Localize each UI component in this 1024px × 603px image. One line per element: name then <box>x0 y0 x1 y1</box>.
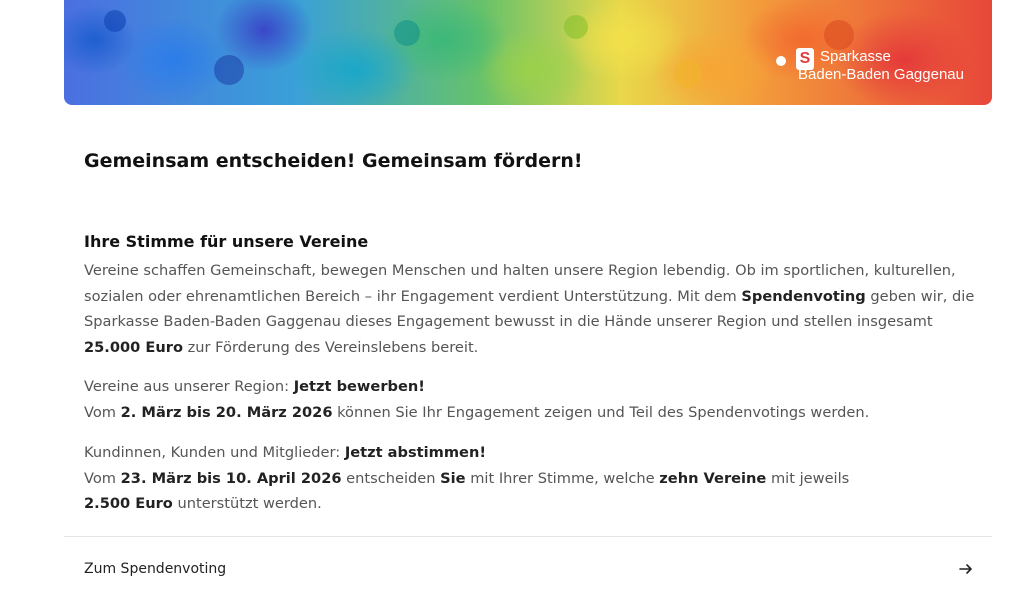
text-segment: können Sie Ihr Engagement zeigen und Tei… <box>332 403 870 421</box>
paint-splash <box>564 15 588 39</box>
text-segment: Vereine aus unserer Region: <box>84 378 294 395</box>
text-emphasis: 25.000 Euro <box>84 338 183 356</box>
paint-splash <box>104 10 126 32</box>
text-segment: Vom <box>84 469 121 487</box>
paint-splash <box>394 20 420 46</box>
intro-paragraph: Vereine schaffen Gemeinschaft, bewegen M… <box>84 258 984 360</box>
text-emphasis: 23. März bis 10. April 2026 <box>120 469 342 487</box>
arrow-right-icon <box>959 564 972 574</box>
logo-brand-name: Sparkasse <box>820 48 891 65</box>
text-emphasis: Spendenvoting <box>741 287 866 305</box>
text-segment: mit Ihrer Stimme, welche <box>465 469 660 487</box>
section-title: Ihre Stimme für unsere Vereine <box>84 232 369 251</box>
logo-institution-name: Baden-Baden Gaggenau <box>798 66 964 83</box>
text-segment: mit jeweils <box>766 469 850 487</box>
text-segment: Vom <box>84 403 121 421</box>
sparkasse-logo: S Sparkasse Baden-Baden Gaggenau <box>776 48 964 84</box>
text-segment: Kundinnen, Kunden und Mitglieder: <box>84 444 345 461</box>
paint-splash <box>214 55 244 85</box>
logo-dot <box>776 56 787 66</box>
text-emphasis: zehn Vereine <box>659 469 767 487</box>
text-segment: unterstützt werden. <box>172 495 322 512</box>
paint-splash <box>674 60 702 88</box>
voting-paragraph: Kundinnen, Kunden und Mitglieder: Jetzt … <box>84 440 884 517</box>
text-emphasis: 2.500 Euro <box>84 495 173 512</box>
logo-text: Sparkasse Baden-Baden Gaggenau <box>798 48 964 84</box>
paint-splash <box>824 20 854 50</box>
text-emphasis: 2. März bis 20. März 2026 <box>120 403 333 421</box>
text-segment: zur Förderung des Vereinslebens bereit. <box>182 338 479 356</box>
text-emphasis: Jetzt abstimmen! <box>344 444 486 461</box>
hero-banner: S Sparkasse Baden-Baden Gaggenau <box>64 0 992 105</box>
spendenvoting-link[interactable]: Zum Spendenvoting <box>64 537 992 603</box>
text-emphasis: Sie <box>440 469 466 487</box>
page-headline: Gemeinsam entscheiden! Gemeinsam fördern… <box>84 150 583 172</box>
spendenvoting-link-label: Zum Spendenvoting <box>84 561 227 577</box>
application-paragraph: Vereine aus unserer Region: Jetzt bewerb… <box>84 374 984 425</box>
text-segment: entscheiden <box>341 469 441 487</box>
text-emphasis: Jetzt bewerben! <box>293 378 425 395</box>
